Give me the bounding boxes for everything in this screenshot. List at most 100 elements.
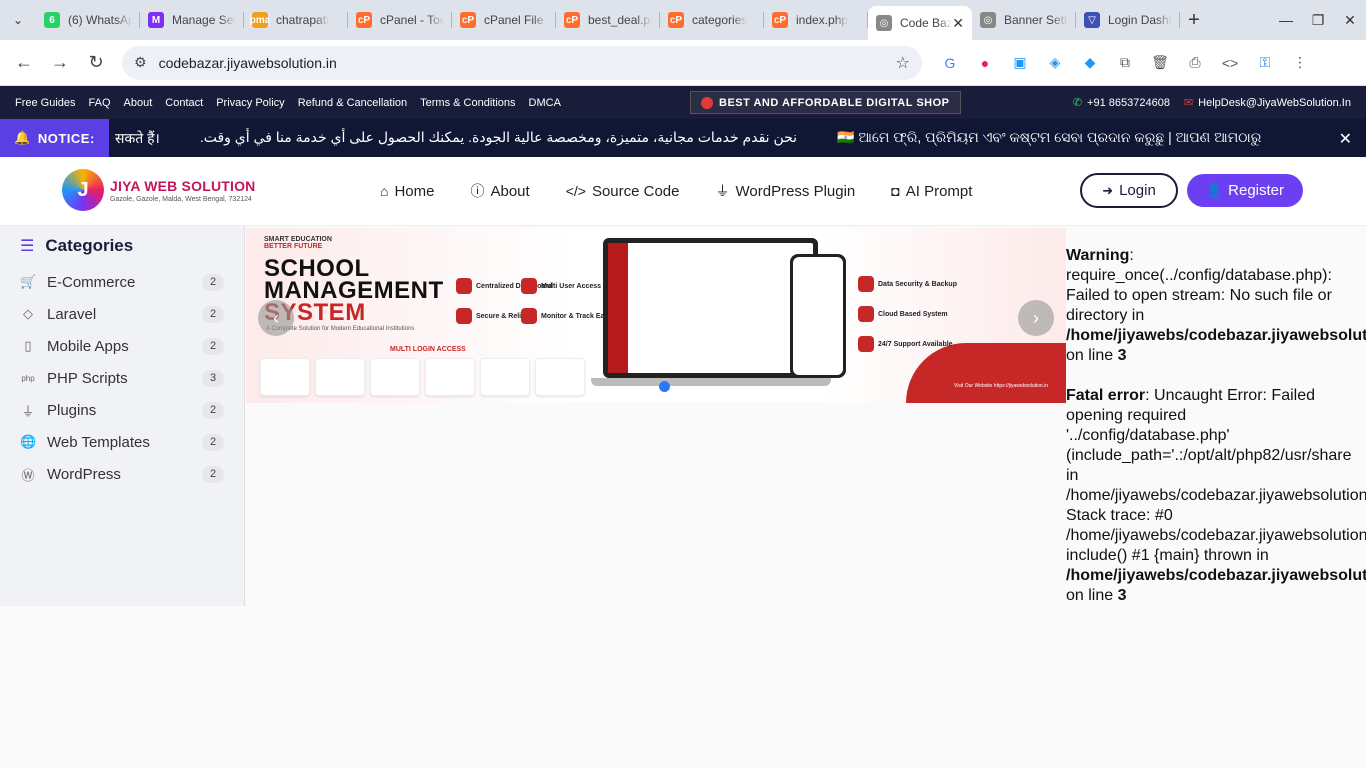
nav-about[interactable]: ⓘ About: [470, 181, 529, 201]
forward-button[interactable]: →: [44, 47, 76, 79]
minimize-button[interactable]: —: [1270, 0, 1302, 40]
category-label: WordPress: [47, 465, 121, 483]
extensions-puzzle-icon[interactable]: ⧉: [1113, 51, 1137, 75]
browser-tab[interactable]: cP index.php: [764, 0, 868, 40]
category-label: PHP Scripts: [47, 369, 128, 387]
category-item[interactable]: ▯ Mobile Apps 2: [20, 330, 224, 362]
extensions-bar: G ● ▣ ◈ ◆ ⧉ 🗑 ⎙ <> ⚿ ⋮: [938, 51, 1312, 75]
slider-dot-indicator[interactable]: [659, 381, 670, 392]
browser-tab[interactable]: ▽ Login Dashboard: [1076, 0, 1180, 40]
dashboard-icon: [456, 278, 472, 294]
new-tab-button[interactable]: +: [1180, 9, 1208, 32]
print-icon[interactable]: ⎙: [1183, 51, 1207, 75]
browser-tab[interactable]: ◎ Banner Settings: [972, 0, 1076, 40]
trash-icon[interactable]: 🗑: [1148, 51, 1172, 75]
browser-tabstrip: ⌄ 6 (6) WhatsApp M Manage Server pma chatrapa…: [0, 0, 1366, 40]
browser-tab[interactable]: cP cPanel - Tools: [348, 0, 452, 40]
topbar-link[interactable]: Privacy Policy: [216, 97, 284, 109]
main-content: ☰ Categories 🛒 E-Commerce 2 ◇ Laravel 2 ▯ Mobile…: [0, 226, 1366, 606]
email-link[interactable]: ✉ HelpDesk@JiyaWebSolution.In: [1184, 96, 1351, 109]
browser-tab[interactable]: 6 (6) WhatsApp: [36, 0, 140, 40]
tab-close-icon[interactable]: ✕: [952, 15, 964, 32]
logo-mark-icon: J: [62, 169, 104, 211]
category-label: Mobile Apps: [47, 337, 129, 355]
topbar-link[interactable]: Refund & Cancellation: [298, 97, 407, 109]
nav-wordpress-plugin[interactable]: ⏚ WordPress Plugin: [716, 181, 856, 201]
topbar-link[interactable]: FAQ: [89, 97, 111, 109]
nav-ai-prompt[interactable]: ◘ AI Prompt: [891, 181, 972, 201]
reload-button[interactable]: ↻: [80, 47, 112, 79]
screenshot-extension-icon[interactable]: ▣: [1008, 51, 1032, 75]
bookmark-star-icon[interactable]: ☆: [896, 53, 910, 73]
site-topbar: Free Guides FAQ About Contact Privacy Policy…: [0, 86, 1366, 119]
php-error-output: Warning: require_once(../config/database…: [1066, 246, 1366, 626]
category-count-badge: 2: [202, 433, 224, 451]
phone-mockup-image: [790, 254, 846, 378]
shield-icon: [456, 308, 472, 324]
browser-tab[interactable]: cP best_deal.php: [556, 0, 660, 40]
nav-home[interactable]: ⌂ Home: [380, 181, 434, 201]
nav-wordpress-plugin-label: WordPress Plugin: [735, 182, 856, 200]
browser-menu-icon[interactable]: ⋮: [1288, 51, 1312, 75]
fatal-text: in: [1066, 467, 1079, 484]
topbar-link[interactable]: About: [124, 97, 153, 109]
topbar-contact: ✆ +91 8653724608 ✉ HelpDesk@JiyaWebSolutio…: [1073, 96, 1351, 109]
hero-banner-slide[interactable]: SMART EDUCATION BETTER FUTURE SCHOOL MANA…: [246, 228, 1066, 403]
category-item[interactable]: 🛒 E-Commerce 2: [20, 266, 224, 298]
notice-close-icon[interactable]: ✕: [1339, 129, 1352, 149]
slider-next-button[interactable]: ›: [1018, 300, 1054, 336]
bell-icon: 🔔: [14, 130, 31, 145]
tab-search-icon[interactable]: ⌄: [0, 0, 36, 40]
site-logo[interactable]: J JIYA WEB SOLUTION Gazole, Gazole, Mald…: [62, 169, 256, 211]
category-list: 🛒 E-Commerce 2 ◇ Laravel 2 ▯ Mobile Apps 2 php PHP…: [20, 266, 224, 490]
categories-heading: ☰ Categories: [20, 236, 224, 256]
category-item[interactable]: Ⓦ WordPress 2: [20, 458, 224, 490]
tab-favicon-icon: ◎: [876, 15, 892, 31]
fatal-text: opening required: [1066, 407, 1187, 424]
url-text[interactable]: codebazar.jiyawebsolution.in: [159, 55, 896, 71]
nav-source-code-label: Source Code: [591, 182, 680, 200]
laravel-icon: ◇: [23, 306, 33, 321]
network-extension-icon[interactable]: ◈: [1043, 51, 1067, 75]
mobile-icon: ▯: [24, 338, 32, 353]
browser-tab[interactable]: cP categories: [660, 0, 764, 40]
info-icon: ⓘ: [470, 183, 485, 199]
banner-feature: Monitor & Track Easily: [521, 308, 616, 324]
category-item[interactable]: ◇ Laravel 2: [20, 298, 224, 330]
browser-tab[interactable]: M Manage Server: [140, 0, 244, 40]
maximize-button[interactable]: ❐: [1302, 0, 1334, 40]
topbar-link[interactable]: Contact: [165, 97, 203, 109]
browser-tab[interactable]: cP cPanel File Manager: [452, 0, 556, 40]
topbar-link[interactable]: Terms & Conditions: [420, 97, 515, 109]
login-button[interactable]: ➜ Login: [1080, 173, 1178, 208]
browser-tab[interactable]: ◎ Code Bazar✕: [868, 6, 972, 40]
nav-source-code[interactable]: </> Source Code: [566, 181, 680, 201]
register-button[interactable]: 👤 Register: [1187, 174, 1303, 207]
category-item[interactable]: ⏚ Plugins 2: [20, 394, 224, 426]
category-item[interactable]: 🌐 Web Templates 2: [20, 426, 224, 458]
shop-badge[interactable]: BEST AND AFFORDABLE DIGITAL SHOP: [690, 91, 961, 114]
back-button[interactable]: ←: [8, 47, 40, 79]
category-item[interactable]: php PHP Scripts 3: [20, 362, 224, 394]
tab-favicon-icon: cP: [356, 12, 372, 28]
site-info-icon[interactable]: ⚙: [134, 54, 147, 71]
email-text: HelpDesk@JiyaWebSolution.In: [1198, 97, 1351, 109]
notice-text-arabic: نحن نقدم خدمات مجانية، متميزة، ومخصصة عا…: [199, 128, 798, 145]
browser-tab[interactable]: pma chatrapati: [244, 0, 348, 40]
slider-prev-button[interactable]: ‹: [258, 300, 294, 336]
sign-in-icon: ➜: [1102, 182, 1114, 198]
phone-link[interactable]: ✆ +91 8653724608: [1073, 96, 1170, 109]
topbar-link[interactable]: Free Guides: [15, 97, 76, 109]
close-window-button[interactable]: ✕: [1334, 0, 1366, 40]
category-label: E-Commerce: [47, 273, 136, 291]
address-bar[interactable]: ⚙ codebazar.jiyawebsolution.in ☆: [122, 45, 922, 80]
color-picker-icon[interactable]: ●: [973, 51, 997, 75]
window-controls: — ❐ ✕: [1270, 0, 1366, 40]
translate-icon[interactable]: G: [938, 51, 962, 75]
password-key-icon[interactable]: ⚿: [1253, 51, 1277, 75]
code-icon[interactable]: <>: [1218, 51, 1242, 75]
tab-title: best_deal.php: [588, 13, 652, 27]
tag-extension-icon[interactable]: ◆: [1078, 51, 1102, 75]
users-icon: [521, 278, 537, 294]
topbar-link[interactable]: DMCA: [529, 97, 561, 109]
